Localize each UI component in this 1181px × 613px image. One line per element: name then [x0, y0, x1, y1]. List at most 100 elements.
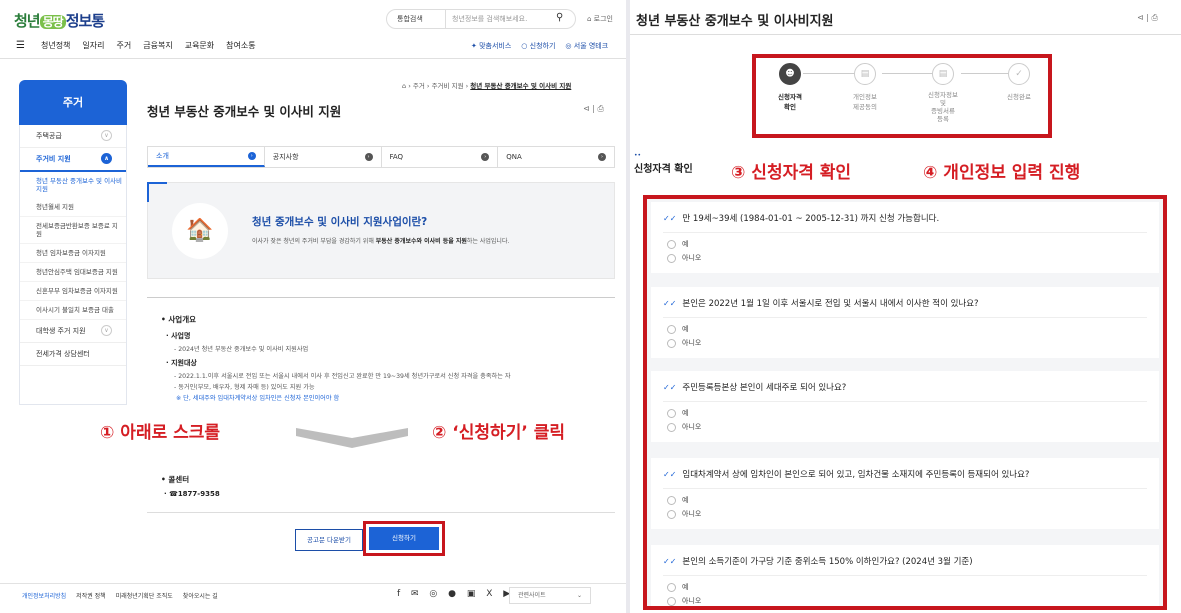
tab-label: 소개: [156, 152, 169, 160]
breadcrumb-current[interactable]: 청년 부동산 중개보수 및 이사비 지원: [470, 82, 571, 90]
radio-no[interactable]: 아니오: [667, 596, 1147, 606]
apply-link[interactable]: ○ 신청하기: [521, 41, 555, 51]
radio-no[interactable]: 아니오: [667, 422, 1147, 432]
gnb-item[interactable]: 금융복지: [143, 40, 172, 51]
question-text: 본인은 2022년 1월 1일 이후 서울시로 전입 및 서울시 내에서 이사한…: [682, 299, 979, 309]
sidebar-title: 주거: [19, 80, 127, 125]
radio-circle[interactable]: [667, 324, 676, 334]
sidebar-item[interactable]: 청년 부동산 중개보수 및 이사비 지원: [20, 172, 126, 198]
seoul-youngtech-link[interactable]: ◎ 서울 영테크: [565, 41, 608, 51]
overview-name-text: - 2024년 청년 부동산 중개보수 및 이사비 지원사업: [174, 346, 309, 353]
radio-circle[interactable]: [667, 408, 676, 418]
gnb-item[interactable]: 일자리: [82, 40, 104, 51]
chevron-up-icon[interactable]: ∧: [101, 153, 112, 164]
radio-circle[interactable]: [667, 239, 676, 249]
radio-circle[interactable]: [667, 582, 676, 592]
option-label: 예: [682, 325, 689, 333]
breadcrumb-item[interactable]: 주거비 지원: [432, 82, 464, 90]
question-text: 임대차계약서 상에 임차인이 본인으로 되어 있고, 임차건물 소재지에 주민등…: [682, 470, 1030, 480]
search-icon[interactable]: ⚲: [556, 12, 563, 23]
checkmark-icon: ✓✓: [663, 298, 677, 308]
sidebar-item[interactable]: 청년 임차보증금 이자지원: [20, 244, 126, 263]
custom-service-link[interactable]: ✦ 맞춤서비스: [471, 41, 511, 51]
tab-intro[interactable]: 소개 ›: [148, 147, 265, 167]
download-notice-button[interactable]: 공고문 다운받기: [295, 529, 363, 551]
print-icon[interactable]: ⎙: [597, 104, 603, 113]
breadcrumb-item[interactable]: 주거: [413, 82, 425, 90]
question-text: 본인의 소득기준이 가구당 기준 중위소득 150% 이하인가요? (2024년…: [682, 557, 973, 567]
sidebar-item[interactable]: 청년안심주택 임대보증금 지원: [20, 263, 126, 282]
question-text: 주민등록등본상 본인이 세대주로 되어 있나요?: [682, 383, 847, 393]
intro-corner-decoration: [147, 182, 167, 202]
step-label: 신청자격 확인: [778, 93, 802, 111]
gnb-item[interactable]: 참여소통: [226, 40, 255, 51]
tab-faq[interactable]: FAQ ›: [382, 147, 499, 167]
radio-yes[interactable]: 예: [667, 408, 1147, 418]
radio-no[interactable]: 아니오: [667, 509, 1147, 519]
home-icon[interactable]: ⌂: [402, 82, 406, 90]
application-title: 청년 부동산 중개보수 및 이사비지원: [636, 14, 834, 29]
content-tabs: 소개 › 공지사항 › FAQ › QNA ›: [147, 146, 615, 168]
sidebar-item[interactable]: 신혼부부 임차보증금 이자지원: [20, 282, 126, 301]
apply-link-label: 신청하기: [529, 42, 556, 50]
sidebar-item[interactable]: 이사시기 불일치 보증금 대출: [20, 301, 126, 320]
question-text-row: ✓✓ 본인은 2022년 1월 1일 이후 서울시로 전입 및 서울시 내에서 이…: [663, 297, 1147, 310]
house-icon: 🏠: [172, 203, 228, 259]
radio-circle[interactable]: [667, 509, 676, 519]
chevron-down-icon[interactable]: ∨: [101, 130, 112, 141]
sidebar-item[interactable]: 청년월세 지원: [20, 198, 126, 217]
site-logo[interactable]: 청년 몽땅 정보통: [14, 10, 105, 31]
share-icon[interactable]: ⊲: [583, 104, 590, 113]
radio-circle[interactable]: [667, 338, 676, 348]
callcenter-number: · ☎1877-9358: [164, 490, 220, 498]
intro-desc-text: 이사가 잦은 청년의 주거비 부담을 경감하기 위해: [252, 238, 376, 245]
social-icons[interactable]: f ✉ ◎ ● ▣ X ▶: [397, 589, 514, 599]
eligibility-question: ✓✓ 본인의 소득기준이 가구당 기준 중위소득 150% 이하인가요? (202…: [651, 545, 1159, 606]
gnb-item[interactable]: 주거: [117, 40, 132, 51]
option-label: 예: [682, 496, 689, 504]
page-tools: ⊲ | ⎙: [583, 104, 604, 113]
login-label: 로그인: [593, 15, 613, 23]
sidebar-item[interactable]: 주택공급 ∨: [20, 125, 126, 148]
chevron-down-icon[interactable]: ∨: [101, 325, 112, 336]
sidebar-item[interactable]: 전세가격 상담센터: [20, 343, 126, 366]
sidebar-item-label: 주거비 지원: [36, 155, 71, 163]
search-scope-select[interactable]: 통합검색: [386, 9, 446, 29]
chevron-down-icon: ⌄: [576, 592, 582, 599]
print-icon[interactable]: ⎙: [1151, 13, 1157, 22]
tab-notice[interactable]: 공지사항 ›: [265, 147, 382, 167]
apply-button[interactable]: 신청하기: [369, 527, 439, 550]
radio-yes[interactable]: 예: [667, 582, 1147, 592]
radio-yes[interactable]: 예: [667, 239, 1147, 249]
radio-yes[interactable]: 예: [667, 324, 1147, 334]
radio-yes[interactable]: 예: [667, 495, 1147, 505]
footer-link[interactable]: 미래청년기획단 조직도: [116, 591, 173, 600]
question-text-row: ✓✓ 임대차계약서 상에 임차인이 본인으로 되어 있고, 임차건물 소재지에 주…: [663, 468, 1147, 481]
option-label: 예: [682, 240, 689, 248]
tab-label: QNA: [506, 153, 522, 161]
radio-circle[interactable]: [667, 495, 676, 505]
radio-circle[interactable]: [667, 422, 676, 432]
tab-qna[interactable]: QNA ›: [498, 147, 614, 167]
radio-no[interactable]: 아니오: [667, 253, 1147, 263]
option-label: 아니오: [682, 339, 702, 347]
sidebar-item[interactable]: 주거비 지원 ∧: [20, 148, 126, 172]
login-link[interactable]: ⌂ 로그인: [587, 14, 613, 24]
sidebar-item[interactable]: 전세보증금반환보증 보증료 지원: [20, 217, 126, 244]
gnb-item[interactable]: 청년정책: [41, 40, 70, 51]
sidebar-item[interactable]: 대학생 주거 지원 ∨: [20, 320, 126, 343]
footer-link[interactable]: 찾아오시는 길: [183, 591, 218, 600]
radio-no[interactable]: 아니오: [667, 338, 1147, 348]
related-sites-select[interactable]: 관련사이트 ⌄: [509, 587, 591, 604]
hamburger-menu-icon[interactable]: ☰: [16, 40, 25, 51]
gnb-item[interactable]: 교육문화: [185, 40, 214, 51]
share-icon[interactable]: ⊲: [1137, 13, 1144, 22]
radio-circle[interactable]: [667, 596, 676, 606]
footer-link[interactable]: 개인정보처리방침: [22, 591, 66, 600]
sidebar-item-label: 주택공급: [36, 132, 62, 140]
eligibility-question: ✓✓ 본인은 2022년 1월 1일 이후 서울시로 전입 및 서울시 내에서 이…: [651, 287, 1159, 358]
logo-part1: 청년: [14, 12, 41, 30]
annotation-step2: ② ‘신청하기’ 클릭: [432, 418, 565, 443]
footer-link[interactable]: 저작권 정책: [76, 591, 106, 600]
radio-circle[interactable]: [667, 253, 676, 263]
